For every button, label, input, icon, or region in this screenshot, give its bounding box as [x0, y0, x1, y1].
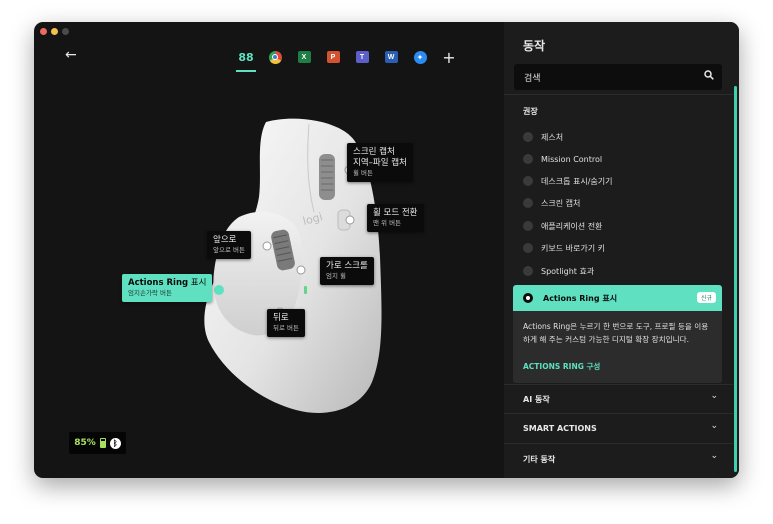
option-keyboard-shortcut[interactable]: 키보드 바로가기 키 — [523, 241, 605, 255]
callout-title: 뒤로 — [273, 313, 289, 323]
option-label: 애플리케이션 전환 — [541, 221, 603, 231]
option-label: Mission Control — [541, 154, 603, 164]
callout-subtitle: 맨 위 버튼 — [373, 219, 402, 227]
callout-subtitle: 엄지 휠 — [326, 272, 347, 280]
chevron-down-icon: ⌄ — [710, 421, 718, 431]
panel-title: 동작 — [523, 39, 546, 53]
option-label: 데스크톱 표시/숨기기 — [541, 176, 613, 186]
callout-title: Actions Ring 표시 — [128, 278, 206, 289]
radio-icon — [523, 243, 533, 253]
option-screen-capture[interactable]: 스크린 캡처 — [523, 196, 580, 210]
callout-title-rest: 표시 — [188, 278, 207, 288]
callout-actions-ring[interactable]: Actions Ring 표시 엄지손가락 버튼 — [122, 274, 213, 302]
battery-percent: 85% — [74, 438, 96, 448]
configure-actions-ring-link[interactable]: ACTIONS RING 구성 — [523, 361, 600, 372]
battery-icon — [99, 438, 106, 448]
selected-option-header[interactable]: Actions Ring 표시 신규 — [513, 285, 722, 311]
accordion-label: 기타 동작 — [523, 455, 556, 464]
actions-panel: 동작 검색 권장 제스처 Mission Control 데스크톱 표시/숨기기… — [504, 22, 739, 478]
mouse-illustration: logi — [204, 118, 382, 413]
divider — [504, 94, 733, 95]
radio-icon — [523, 266, 533, 276]
callout-title: 가로 스크롤 — [326, 261, 368, 271]
radio-selected-icon — [523, 293, 533, 303]
callout-back[interactable]: 뒤로 뒤로 버튼 — [267, 309, 305, 337]
option-label: 스크린 캡처 — [541, 198, 581, 208]
radio-icon — [523, 198, 533, 208]
scrollbar[interactable] — [734, 86, 737, 472]
option-mission-control[interactable]: Mission Control — [523, 152, 602, 166]
app-window: ← 88 X P T W ✦ + logi 스크린 캡처 지역–파일 캡처 휠 … — [34, 22, 739, 478]
option-app-switcher[interactable]: 애플리케이션 전환 — [523, 219, 602, 233]
accordion-ai-actions[interactable]: AI 동작 ⌄ — [504, 384, 733, 413]
option-show-desktop[interactable]: 데스크톱 표시/숨기기 — [523, 174, 612, 188]
option-gestures[interactable]: 제스처 — [523, 130, 563, 144]
option-spotlight[interactable]: Spotlight 효과 — [523, 264, 594, 278]
search-placeholder: 검색 — [524, 74, 541, 84]
callout-forward[interactable]: 앞으로 앞으로 버튼 — [207, 231, 251, 259]
option-label: Spotlight 효과 — [541, 266, 595, 276]
search-input[interactable]: 검색 — [514, 64, 722, 90]
scroll-wheel — [319, 154, 335, 200]
callout-screen-capture[interactable]: 스크린 캡처 지역–파일 캡처 휠 버튼 — [347, 143, 413, 182]
accordion-smart-actions[interactable]: SMART ACTIONS ⌄ — [504, 414, 733, 443]
bluetooth-icon: ᛒ — [109, 437, 121, 449]
callout-subtitle: 엄지손가락 버튼 — [128, 289, 172, 297]
callout-title-bold: Actions Ring — [128, 278, 189, 288]
option-description: Actions Ring은 누르기 한 번으로 도구, 프로필 등을 이용하게 … — [523, 322, 709, 344]
chevron-down-icon: ⌄ — [710, 391, 718, 401]
option-actions-ring-selected[interactable]: Actions Ring 표시 신규 Actions Ring은 누르기 한 번… — [513, 285, 722, 383]
search-icon[interactable] — [704, 70, 714, 80]
option-label: 키보드 바로가기 키 — [541, 243, 605, 253]
battery-status: 85% ᛒ — [69, 432, 126, 454]
accordion-label: SMART ACTIONS — [523, 424, 597, 433]
option-label: 제스처 — [541, 132, 564, 142]
callout-horizontal-scroll[interactable]: 가로 스크롤 엄지 휠 — [320, 257, 374, 285]
radio-icon — [523, 154, 533, 164]
radio-icon — [523, 132, 533, 142]
accordion-other-actions[interactable]: 기타 동작 ⌄ — [504, 444, 733, 473]
callout-wheel-mode[interactable]: 휠 모드 전환 맨 위 버튼 — [367, 204, 424, 232]
option-label: Actions Ring 표시 — [543, 294, 618, 303]
section-recommended: 권장 — [523, 107, 538, 116]
callout-subtitle: 뒤로 버튼 — [273, 324, 299, 332]
radio-icon — [523, 221, 533, 231]
accordion-label: AI 동작 — [523, 395, 550, 404]
radio-icon — [523, 176, 533, 186]
callout-title: 스크린 캡처 — [353, 147, 395, 157]
new-badge: 신규 — [696, 292, 716, 303]
callout-title: 앞으로 — [213, 235, 237, 245]
callout-title: 휠 모드 전환 — [373, 208, 418, 218]
callout-title-2: 지역–파일 캡처 — [353, 158, 407, 168]
callout-subtitle: 앞으로 버튼 — [213, 246, 245, 254]
callout-subtitle: 휠 버튼 — [353, 169, 374, 177]
chevron-down-icon: ⌄ — [710, 451, 718, 461]
